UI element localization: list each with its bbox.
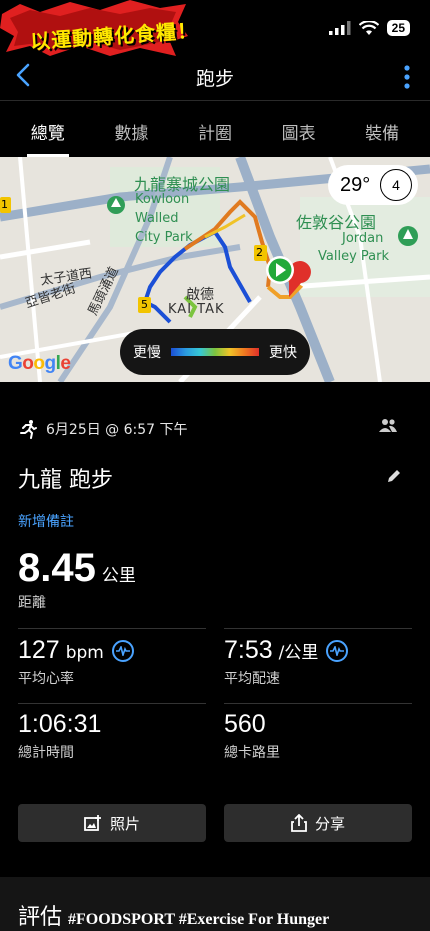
- map-label-jordan-cn: 佐敦谷公園: [296, 213, 377, 232]
- map-marker-2: 2: [256, 246, 263, 259]
- heart-rate-stat: 127 bpm 平均心率: [18, 636, 206, 688]
- tab-stats[interactable]: 數據: [92, 101, 170, 157]
- add-photo-icon: [84, 815, 101, 831]
- divider: [18, 703, 206, 704]
- map-marker-1: 1: [1, 198, 8, 211]
- distance-stat: 8.45 公里: [18, 546, 136, 591]
- divider: [224, 703, 412, 704]
- pace-gradient-bar: [171, 348, 259, 356]
- distance-label: 距離: [18, 595, 46, 611]
- legend-slower: 更慢: [133, 345, 161, 361]
- heart-rate-value: 127: [18, 636, 60, 664]
- status-icons: 25: [328, 20, 410, 36]
- share-button-label: 分享: [314, 814, 345, 833]
- watermark-text: #FOODSPORT #Exercise For Hunger: [68, 911, 330, 928]
- map-label-kaitak-en: KAI TAK: [168, 302, 225, 317]
- status-bar: 以運動轉化食糧！ 25: [0, 0, 430, 56]
- pace-stat: 7:53 /公里 平均配速: [224, 636, 412, 688]
- tab-charts[interactable]: 圖表: [260, 101, 338, 157]
- temperature: 29°: [340, 173, 371, 196]
- tab-gear[interactable]: 裝備: [343, 101, 421, 157]
- map-label-kowloon-en1: Kowloon: [135, 192, 190, 207]
- map-label-jordan-en2: Valley Park: [318, 249, 389, 264]
- route-map[interactable]: 1 2 5 九龍寨城公園 Kowloon Walled City Park 佐敦…: [0, 157, 430, 382]
- heart-rate-unit: bpm: [65, 643, 104, 663]
- evaluation-title: 評估: [18, 905, 63, 930]
- share-button[interactable]: 分享: [224, 804, 412, 842]
- distance-value: 8.45: [18, 546, 96, 590]
- pace-legend: 更慢 更快: [120, 329, 310, 375]
- google-attribution: Google: [8, 353, 71, 374]
- map-label-jordan-en1: Jordan: [342, 231, 384, 246]
- calories-stat: 560 總卡路里: [224, 710, 412, 762]
- pace-label: 平均配速: [224, 671, 280, 687]
- activity-datetime: 6月25日 @ 6:57 下午: [46, 422, 188, 438]
- pace-chart-icon[interactable]: [326, 640, 349, 662]
- pace-value: 7:53: [224, 636, 273, 664]
- battery-indicator: 25: [386, 20, 410, 36]
- legend-faster: 更快: [269, 345, 297, 361]
- heart-rate-chart-icon[interactable]: [111, 640, 134, 662]
- evaluation-section: 評估 #FOODSPORT #Exercise For Hunger: [0, 877, 430, 931]
- tab-overview[interactable]: 總覽: [9, 101, 87, 157]
- divider: [224, 628, 412, 629]
- map-label-kowloon-en3: City Park: [135, 230, 193, 245]
- calories-label: 總卡路里: [224, 745, 280, 761]
- wind-speed-icon: 4: [380, 169, 412, 201]
- tab-laps[interactable]: 計圈: [176, 101, 254, 157]
- distance-unit: 公里: [101, 566, 136, 586]
- divider: [18, 628, 206, 629]
- activity-meta: 6月25日 @ 6:57 下午: [18, 418, 412, 440]
- wifi-icon: [358, 20, 379, 35]
- share-icon: [291, 814, 307, 832]
- total-time-label: 總計時間: [18, 745, 74, 761]
- photos-button[interactable]: 照片: [18, 804, 206, 842]
- signal-icon: [328, 21, 351, 35]
- add-note-link[interactable]: 新增備註: [18, 511, 74, 531]
- page-title: 跑步: [195, 68, 234, 90]
- map-marker-5: 5: [141, 298, 148, 311]
- running-icon: [20, 420, 37, 439]
- total-time-stat: 1:06:31 總計時間: [18, 710, 206, 762]
- total-time-value: 1:06:31: [18, 710, 102, 738]
- more-options-icon[interactable]: [402, 64, 412, 90]
- map-label-kowloon-en2: Walled: [135, 211, 179, 226]
- activity-title: 九龍 跑步: [18, 468, 113, 493]
- weather-badge: 29° 4: [328, 165, 418, 205]
- tab-bar: 總覽 數據 計圈 圖表 裝備: [0, 100, 430, 157]
- edit-pencil-icon[interactable]: [386, 468, 402, 484]
- pace-unit: /公里: [278, 643, 319, 663]
- photos-button-label: 照片: [109, 814, 140, 833]
- map-label-kaitak-cn: 啟德: [186, 287, 214, 303]
- nav-bar: 跑步: [0, 56, 430, 98]
- heart-rate-label: 平均心率: [18, 671, 74, 687]
- people-icon[interactable]: [378, 418, 398, 434]
- calories-value: 560: [224, 710, 266, 738]
